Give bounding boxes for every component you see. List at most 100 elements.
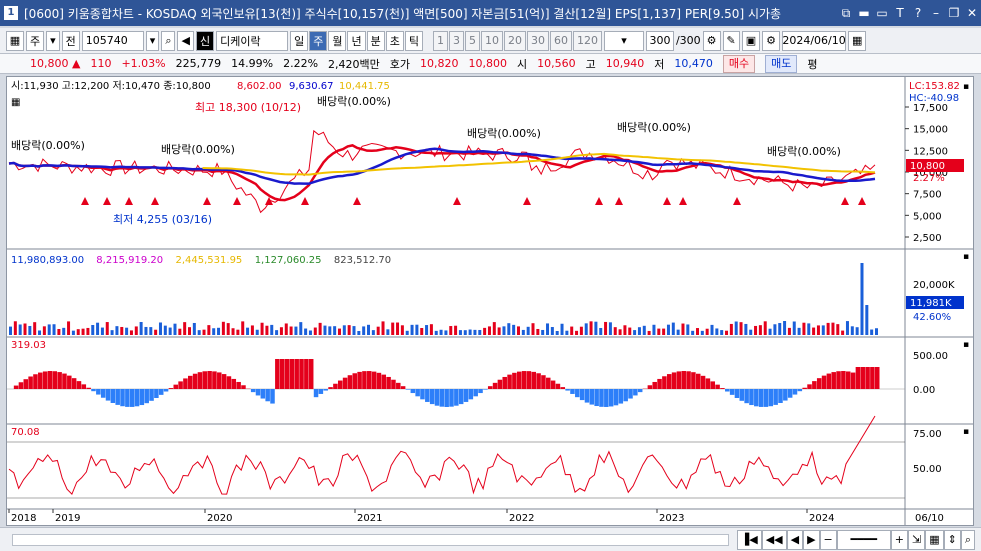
macd-bar <box>637 389 643 393</box>
dropdown-icon[interactable]: ▾ <box>46 30 60 51</box>
maximize-icon[interactable]: ▭ <box>873 4 891 22</box>
macd-bar <box>67 375 72 389</box>
count-input[interactable]: 300 <box>645 30 674 51</box>
macd-bar <box>188 375 193 389</box>
macd-bar <box>129 389 135 407</box>
type-prev-button[interactable]: 전 <box>61 30 80 51</box>
calendar-icon[interactable]: ▦ <box>848 30 867 51</box>
link-icon[interactable]: ⧉ <box>837 4 855 22</box>
volume-bar <box>526 326 530 335</box>
zoom-slider[interactable]: ━━━━ <box>836 529 891 550</box>
minute-tab[interactable]: 60 <box>549 30 572 51</box>
search-chart-icon[interactable]: ⌕ <box>960 529 975 550</box>
macd-bar <box>744 389 749 404</box>
period-tab[interactable]: 틱 <box>404 30 423 51</box>
volume-current-tag-text: 11,981K <box>910 298 952 309</box>
code-input[interactable]: 105740 <box>81 30 144 51</box>
first-icon[interactable]: ▐◀ <box>736 529 762 550</box>
grid-icon[interactable]: ▦ <box>6 30 24 51</box>
volume-bar <box>599 327 603 335</box>
minute-custom-select[interactable]: ▾ <box>603 30 644 51</box>
period-tab[interactable]: 년 <box>347 30 366 51</box>
minute-tab[interactable]: 120 <box>572 30 602 51</box>
fit-icon[interactable]: ⇲ <box>907 529 926 550</box>
minute-tab[interactable]: 5 <box>464 30 480 51</box>
macd-bar <box>149 389 154 401</box>
volume-bar <box>284 323 288 335</box>
date-input[interactable]: 2024/06/10 <box>782 30 847 51</box>
macd-bar <box>139 389 145 406</box>
zoom-out-icon[interactable]: − <box>819 529 837 550</box>
macd-bar <box>299 359 304 389</box>
panel-close-icon[interactable]: ▪ <box>963 340 969 350</box>
play-icon[interactable]: ▶ <box>803 529 820 550</box>
macd-bar <box>647 385 653 389</box>
type-main-select[interactable]: 주 <box>26 30 45 51</box>
open-label: 시 <box>517 57 528 71</box>
volume: 225,779 <box>175 57 222 70</box>
minimize-icon[interactable]: ▬ <box>855 4 873 22</box>
scroll-track[interactable] <box>12 533 729 546</box>
volume-bar <box>850 326 854 335</box>
minute-tab[interactable]: 30 <box>526 30 549 51</box>
volume-bar <box>347 325 351 335</box>
macd-bar <box>110 389 116 403</box>
save-icon[interactable]: ▣ <box>741 30 761 51</box>
pin-icon[interactable]: T <box>891 4 909 22</box>
close-icon[interactable]: ✕ <box>963 4 981 22</box>
chart-area[interactable]: 시:11,930 고:12,200 저:10,470 종:10,800 8,60… <box>6 76 974 526</box>
volume-bar <box>521 329 525 335</box>
panel-close-icon[interactable]: ▪ <box>963 427 969 437</box>
volume-bar <box>357 330 361 335</box>
prev-icon[interactable]: ◀◀ <box>761 529 787 550</box>
up-arrow-icon <box>663 197 671 205</box>
stock-name-field[interactable]: 디케이락 <box>216 30 289 51</box>
period-tab[interactable]: 분 <box>366 30 385 51</box>
volume-bar <box>96 322 100 335</box>
minimize-window-icon[interactable]: – <box>927 4 945 22</box>
expand-icon[interactable]: ⇕ <box>943 529 961 550</box>
macd-bar <box>865 367 870 389</box>
period-tab[interactable]: 일 <box>290 30 309 51</box>
volume-bar <box>492 322 496 335</box>
scroll-bar[interactable]: ▐◀ ◀◀ ◀ ▶ − ━━━━ + ⇲ ▦ ⇕ ⌕ <box>0 527 981 551</box>
settings-icon[interactable]: ⚙ <box>762 30 781 51</box>
draw-icon[interactable]: ✎ <box>722 30 740 51</box>
ohlc-text: 시:11,930 고:12,200 저:10,470 종:10,800 <box>11 80 211 92</box>
buy-button[interactable]: 매수 <box>722 54 756 73</box>
table-icon[interactable]: ▦ <box>11 97 20 108</box>
rsi-line <box>8 415 876 496</box>
search-icon[interactable]: ⌕ <box>161 30 176 51</box>
code-dropdown-icon[interactable]: ▾ <box>145 30 160 51</box>
eval-button[interactable]: 평 <box>807 56 817 72</box>
layout-icon[interactable]: ▦ <box>925 529 944 550</box>
panel-close-icon[interactable]: ▪ <box>963 252 969 262</box>
sell-button[interactable]: 매도 <box>765 54 798 73</box>
macd-bar <box>154 389 159 398</box>
up-arrow-icon <box>353 197 361 205</box>
period-tab[interactable]: 주 <box>309 30 328 51</box>
minute-tab[interactable]: 10 <box>480 30 503 51</box>
minute-tab[interactable]: 3 <box>448 30 464 51</box>
period-tab[interactable]: 초 <box>385 30 404 51</box>
volume-pct-tag: 42.60% <box>913 312 951 323</box>
volume-bar <box>299 322 303 335</box>
macd-bar <box>594 389 599 407</box>
indicator-icon[interactable]: ⚙ <box>702 30 721 51</box>
back-icon[interactable]: ◀ <box>786 529 804 550</box>
speaker-icon[interactable]: ◀︎ <box>177 30 194 51</box>
period-tab[interactable]: 월 <box>328 30 347 51</box>
macd-bar <box>352 373 357 389</box>
volume-bar <box>865 305 869 335</box>
minute-tab[interactable]: 1 <box>432 30 448 51</box>
high-price: 10,940 <box>605 57 645 70</box>
chart-svg[interactable]: 시:11,930 고:12,200 저:10,470 종:10,800 8,60… <box>7 77 973 525</box>
current-price-tag-text: 10,800 <box>910 161 945 172</box>
restore-window-icon[interactable]: ❐ <box>945 4 963 22</box>
volume-bar <box>802 322 806 335</box>
minute-tab[interactable]: 20 <box>503 30 526 51</box>
panel-close-icon[interactable]: ▪ <box>963 82 969 92</box>
help-icon[interactable]: ? <box>909 4 927 22</box>
volume-bar <box>483 327 487 335</box>
zoom-in-icon[interactable]: + <box>890 529 908 550</box>
